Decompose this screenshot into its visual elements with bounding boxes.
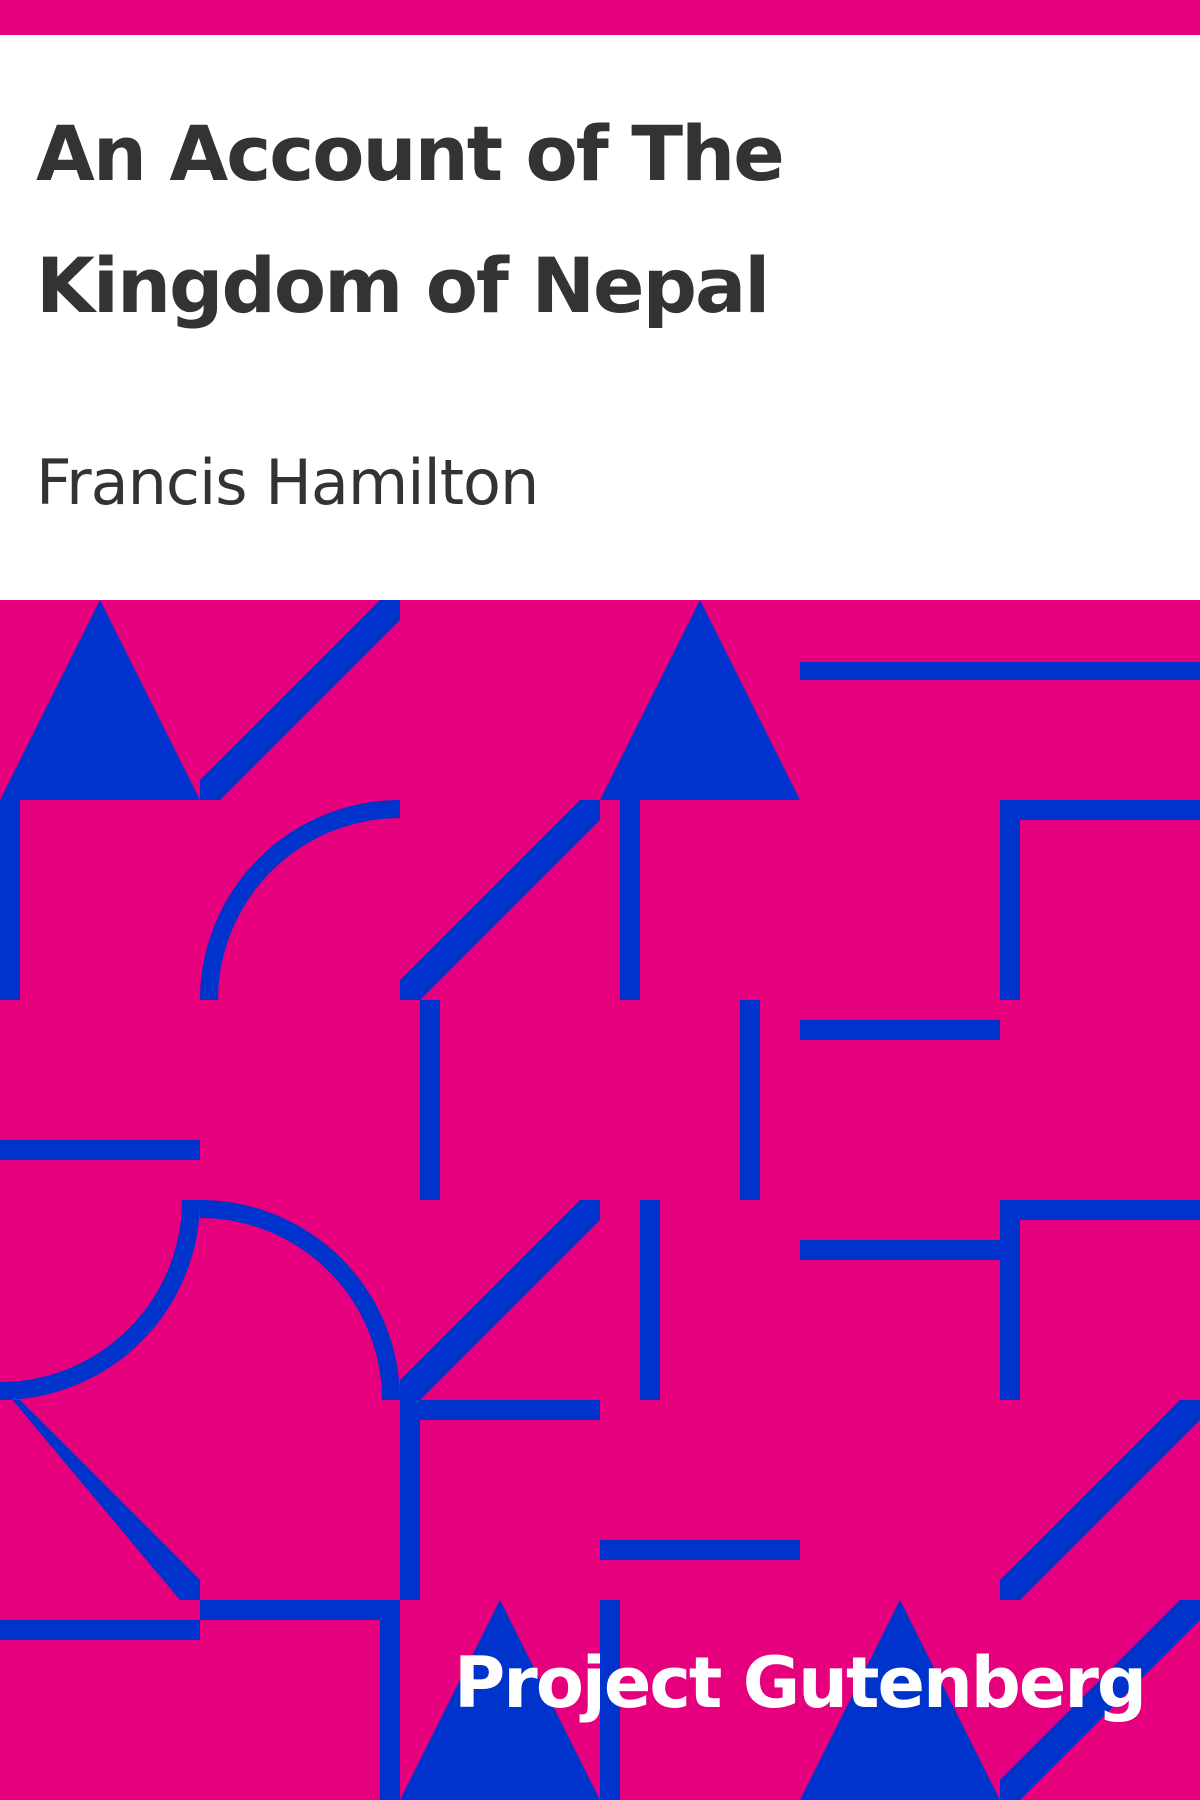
horizontal-bar — [800, 1240, 1000, 1260]
horizontal-bar — [600, 1540, 800, 1560]
publisher-name: Project Gutenberg — [454, 1642, 1147, 1724]
decorative-pattern — [0, 600, 1200, 1800]
vertical-bar — [620, 800, 640, 1000]
vertical-bar — [420, 1000, 440, 1200]
vertical-bar — [1000, 1200, 1020, 1400]
horizontal-bar — [800, 1020, 1000, 1040]
vertical-bar — [400, 1400, 420, 1600]
book-cover: An Account of The Kingdom of Nepal Franc… — [0, 0, 1200, 1800]
horizontal-bar — [400, 1400, 600, 1420]
horizontal-bar — [0, 1140, 200, 1160]
horizontal-bar — [200, 1600, 400, 1620]
vertical-bar — [380, 1600, 400, 1800]
vertical-bar — [1000, 800, 1020, 1000]
vertical-bar — [740, 1000, 760, 1200]
vertical-bar — [0, 800, 20, 1000]
horizontal-bar — [0, 1620, 200, 1640]
horizontal-bar — [1000, 1200, 1200, 1220]
top-color-band — [0, 0, 1200, 35]
horizontal-bar — [1000, 800, 1200, 820]
book-author: Francis Hamilton — [36, 446, 539, 519]
book-title: An Account of The Kingdom of Nepal — [36, 109, 785, 330]
vertical-bar — [640, 1200, 660, 1400]
horizontal-bar — [800, 662, 1200, 680]
